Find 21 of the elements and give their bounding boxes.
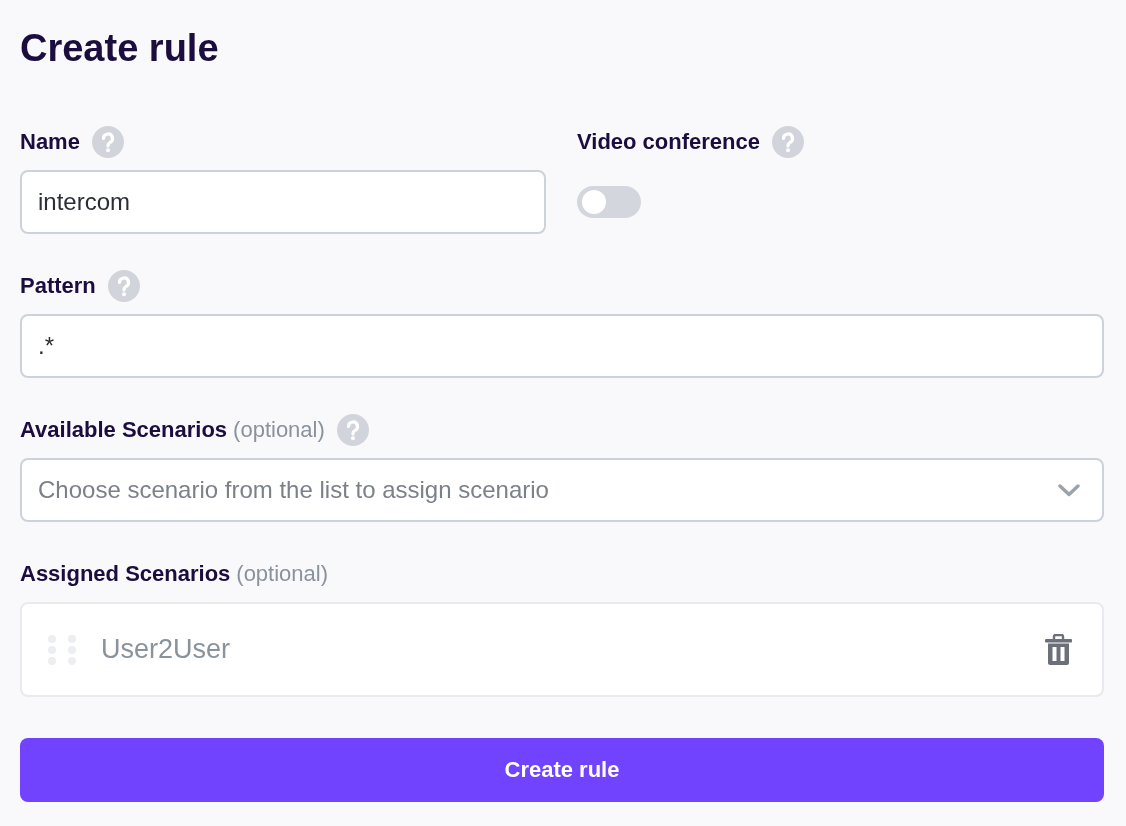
chevron-down-icon <box>1058 483 1080 497</box>
delete-button[interactable] <box>1045 633 1072 666</box>
help-icon[interactable] <box>91 126 124 158</box>
help-icon[interactable] <box>107 270 140 302</box>
field-label: Name <box>20 129 80 155</box>
page-title: Create rule <box>20 26 220 71</box>
video-conference-toggle[interactable] <box>577 186 641 218</box>
optional-note: (optional) <box>233 417 325 443</box>
optional-note: (optional) <box>236 561 329 587</box>
help-icon[interactable] <box>772 126 804 158</box>
name-input[interactable]: intercom <box>20 170 546 234</box>
scenario-name: User2User <box>101 634 232 665</box>
pattern-input[interactable]: .* <box>20 314 1104 378</box>
field-label: Pattern <box>20 273 96 299</box>
create-rule-button[interactable]: Create rule <box>20 738 1104 802</box>
trash-icon <box>1045 633 1072 666</box>
field-label: Assigned Scenarios <box>20 561 231 587</box>
field-label: Available Scenarios <box>20 417 228 443</box>
help-icon[interactable] <box>336 414 369 446</box>
scenario-select[interactable]: Choose scenario from the list to assign scenario <box>20 458 1104 522</box>
field-label: Video conference <box>577 129 760 155</box>
